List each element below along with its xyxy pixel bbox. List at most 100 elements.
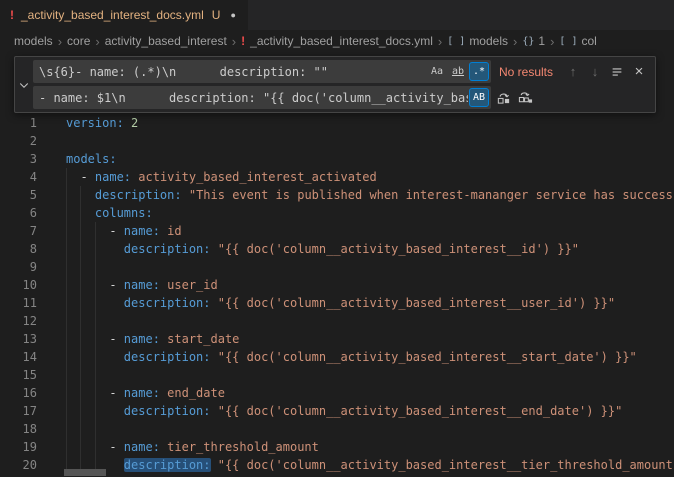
- breadcrumb-separator-icon: ›: [95, 34, 99, 49]
- line-number[interactable]: 12: [0, 312, 40, 330]
- code-line[interactable]: - name: tier_threshold_amount: [66, 438, 674, 456]
- whole-word-button[interactable]: ab: [448, 62, 468, 81]
- previous-match-button[interactable]: ↑: [563, 62, 583, 82]
- line-number[interactable]: 7: [0, 222, 40, 240]
- regex-button[interactable]: .*: [469, 62, 489, 81]
- selection-lines-icon: [610, 65, 624, 79]
- code-line[interactable]: [66, 366, 674, 384]
- line-number[interactable]: 20: [0, 456, 40, 474]
- breadcrumb-item-col[interactable]: [ ] col: [559, 34, 596, 48]
- replace-icon: [496, 90, 511, 105]
- breadcrumb: models › core › activity_based_interest › !_ac…: [0, 30, 674, 52]
- tab-filename: _activity_based_interest_docs.yml: [21, 8, 204, 22]
- line-number[interactable]: 14: [0, 348, 40, 366]
- line-number[interactable]: 17: [0, 402, 40, 420]
- breadcrumb-item-1[interactable]: {} 1: [522, 34, 545, 48]
- line-number[interactable]: 9: [0, 258, 40, 276]
- breadcrumb-separator-icon: ›: [58, 34, 62, 49]
- breadcrumb-label: models: [469, 34, 508, 48]
- arrow-up-icon: ↑: [570, 64, 577, 79]
- code-line[interactable]: - name: id: [66, 222, 674, 240]
- code-line[interactable]: description: "{{ doc('column__activity_b…: [66, 402, 674, 420]
- replace-all-button[interactable]: [515, 88, 535, 108]
- line-number[interactable]: 1: [0, 114, 40, 132]
- breadcrumb-separator-icon: ›: [513, 34, 517, 49]
- code-line[interactable]: description: "{{ doc('column__activity_b…: [66, 240, 674, 258]
- problem-badge: !: [10, 8, 14, 22]
- find-widget: \s{6}- name: (.*)\n description: "" Aa a…: [14, 56, 656, 113]
- code-line[interactable]: description: "{{ doc('column__activity_b…: [66, 348, 674, 366]
- close-find-button[interactable]: ×: [629, 62, 649, 82]
- breadcrumb-separator-icon: ›: [438, 34, 442, 49]
- find-query-text: \s{6}- name: (.*)\n description: "": [39, 65, 426, 79]
- code-line[interactable]: description: "This event is published wh…: [66, 186, 674, 204]
- arrow-down-icon: ↓: [592, 64, 599, 79]
- replace-value-text: - name: $1\n description: "{{ doc('colum…: [39, 91, 468, 105]
- code-line[interactable]: - name: start_date: [66, 330, 674, 348]
- vscode-window: ! _activity_based_interest_docs.yml U ● …: [0, 0, 674, 477]
- chevron-down-icon: [18, 79, 30, 91]
- code-line[interactable]: version: 2: [66, 114, 674, 132]
- breadcrumb-label: 1: [538, 34, 545, 48]
- line-number[interactable]: 6: [0, 204, 40, 222]
- code-line[interactable]: - name: end_date: [66, 384, 674, 402]
- line-number[interactable]: 11: [0, 294, 40, 312]
- find-results-count: No results: [499, 65, 553, 79]
- replace-all-icon: [518, 90, 533, 105]
- line-number[interactable]: 15: [0, 366, 40, 384]
- line-number[interactable]: 16: [0, 384, 40, 402]
- code-line[interactable]: description: "{{ doc('column__activity_b…: [66, 294, 674, 312]
- breadcrumb-item-activity-based-interest[interactable]: activity_based_interest: [105, 34, 227, 48]
- code-line[interactable]: [66, 420, 674, 438]
- replace-input[interactable]: - name: $1\n description: "{{ doc('colum…: [33, 86, 491, 109]
- line-number[interactable]: 2: [0, 132, 40, 150]
- find-in-selection-button[interactable]: [607, 62, 627, 82]
- preserve-case-button[interactable]: AB: [469, 88, 489, 107]
- breadcrumb-separator-icon: ›: [232, 34, 236, 49]
- editor[interactable]: 1234567891011121314151617181920 version:…: [0, 52, 674, 477]
- line-number[interactable]: 8: [0, 240, 40, 258]
- breadcrumb-item-core[interactable]: core: [67, 34, 90, 48]
- code-line[interactable]: models:: [66, 150, 674, 168]
- breadcrumb-item-models[interactable]: models: [14, 34, 53, 48]
- gutter: 1234567891011121314151617181920: [0, 114, 40, 474]
- toggle-replace-button[interactable]: [15, 57, 33, 112]
- line-number[interactable]: 18: [0, 420, 40, 438]
- replace-button[interactable]: [493, 88, 513, 108]
- code-line[interactable]: - name: user_id: [66, 276, 674, 294]
- code-lines: version: 2 models: - name: activity_based…: [66, 114, 674, 474]
- tab-activity-based-interest-docs[interactable]: ! _activity_based_interest_docs.yml U ●: [0, 0, 249, 30]
- breadcrumb-item-models[interactable]: [ ] models: [447, 34, 508, 48]
- code-line[interactable]: columns:: [66, 204, 674, 222]
- breadcrumb-item--activity-based-interest-docs-yml[interactable]: !_activity_based_interest_docs.yml: [241, 34, 433, 48]
- next-match-button[interactable]: ↓: [585, 62, 605, 82]
- symbol-icon: {}: [522, 36, 534, 47]
- problem-badge: !: [241, 34, 245, 48]
- find-row: \s{6}- name: (.*)\n description: "" Aa a…: [33, 60, 649, 83]
- code-line[interactable]: - name: activity_based_interest_activate…: [66, 168, 674, 186]
- replace-row: - name: $1\n description: "{{ doc('colum…: [33, 86, 649, 109]
- code-line[interactable]: [66, 312, 674, 330]
- code-line[interactable]: [66, 132, 674, 150]
- line-number[interactable]: 10: [0, 276, 40, 294]
- breadcrumb-label: col: [581, 34, 596, 48]
- symbol-icon: [ ]: [559, 36, 577, 47]
- breadcrumb-label: models: [14, 34, 53, 48]
- line-number[interactable]: 19: [0, 438, 40, 456]
- tab-bar: ! _activity_based_interest_docs.yml U ●: [0, 0, 674, 30]
- line-number[interactable]: 5: [0, 186, 40, 204]
- git-status-badge: U: [212, 8, 221, 22]
- symbol-icon: [ ]: [447, 36, 465, 47]
- line-number[interactable]: 13: [0, 330, 40, 348]
- code-line[interactable]: description: "{{ doc('column__activity_b…: [66, 456, 674, 474]
- match-case-button[interactable]: Aa: [427, 62, 447, 81]
- modified-dot-icon[interactable]: ●: [230, 10, 235, 20]
- find-input[interactable]: \s{6}- name: (.*)\n description: "" Aa a…: [33, 60, 491, 83]
- close-icon: ×: [635, 63, 644, 80]
- horizontal-scrollbar-thumb[interactable]: [64, 469, 106, 476]
- breadcrumb-label: core: [67, 34, 90, 48]
- breadcrumb-separator-icon: ›: [550, 34, 554, 49]
- line-number[interactable]: 4: [0, 168, 40, 186]
- code-line[interactable]: [66, 258, 674, 276]
- line-number[interactable]: 3: [0, 150, 40, 168]
